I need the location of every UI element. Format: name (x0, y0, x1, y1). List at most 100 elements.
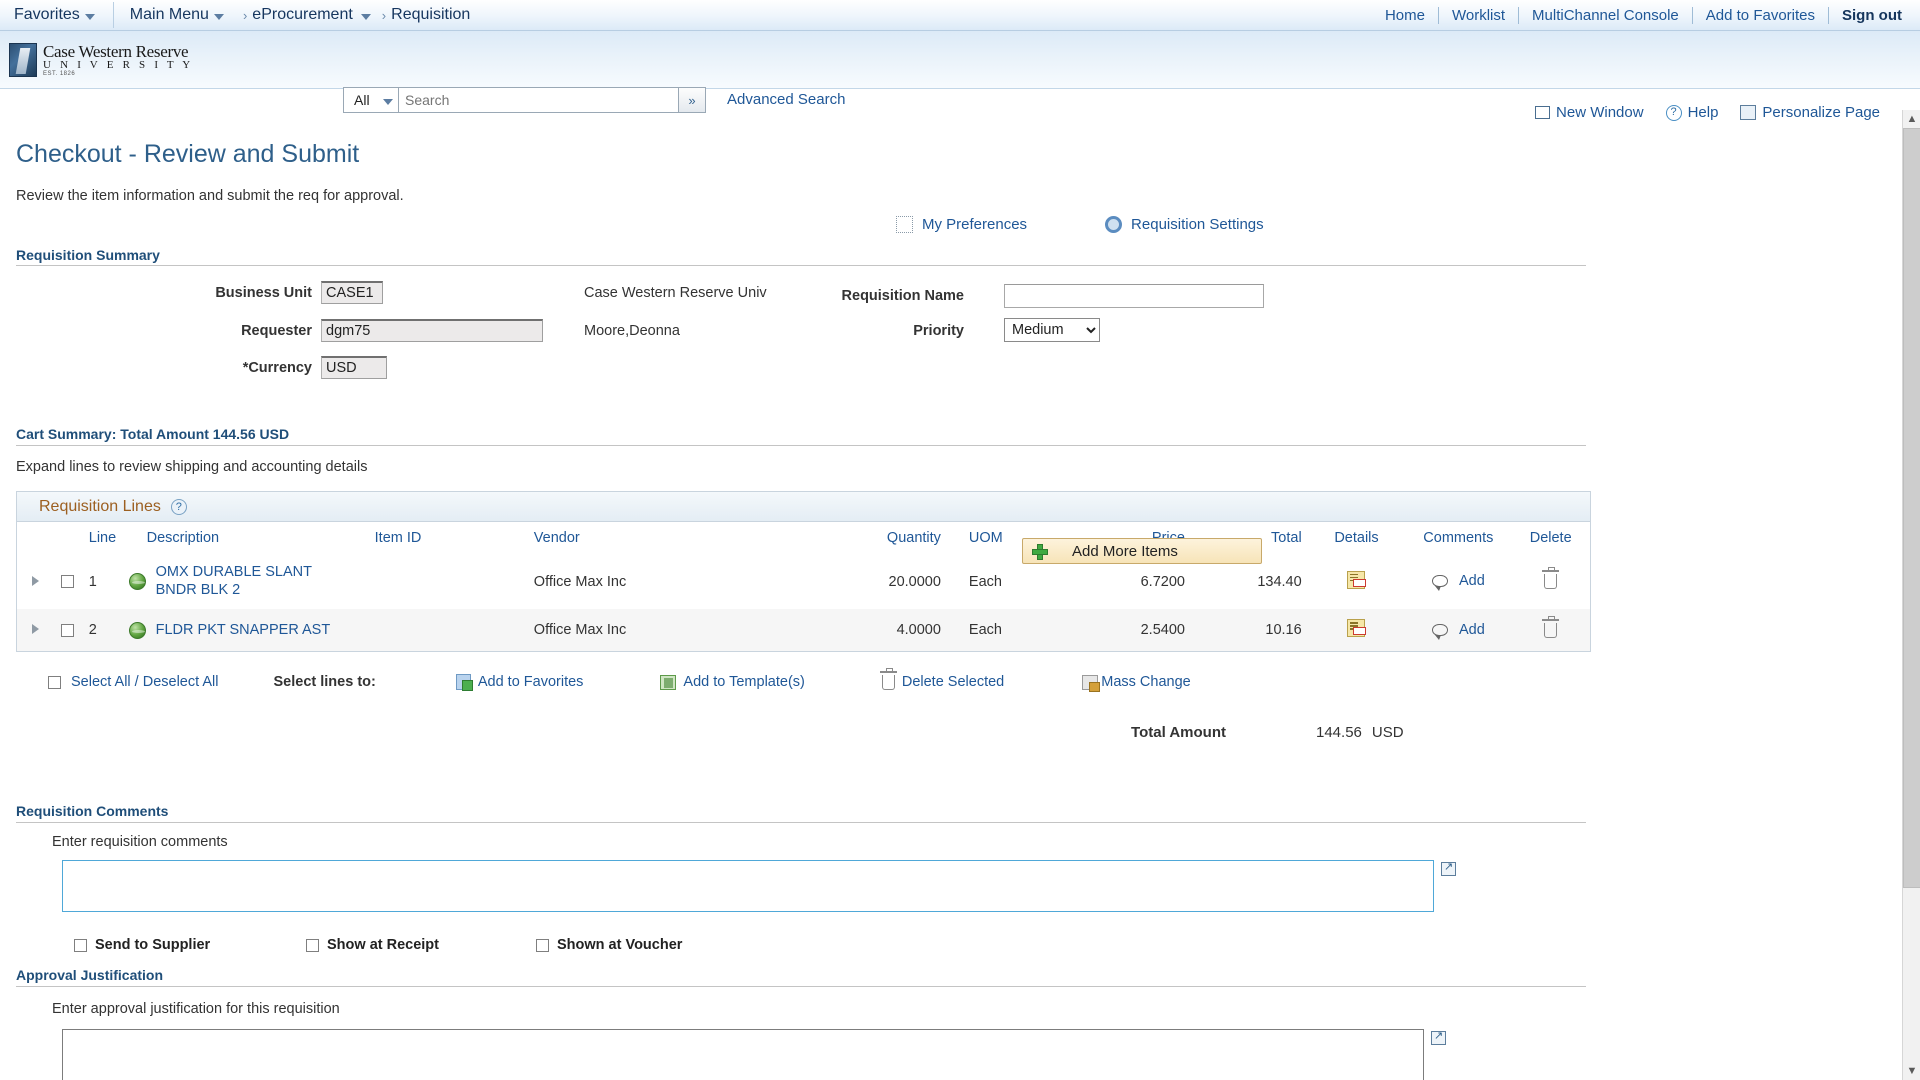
currency-field[interactable] (321, 356, 387, 379)
shown-at-voucher-checkbox[interactable] (536, 939, 549, 952)
question-mark-icon[interactable]: ? (171, 499, 187, 515)
shield-logo-icon (9, 43, 37, 77)
requisition-name-label: Requisition Name (806, 288, 964, 304)
page-title: Checkout - Review and Submit (16, 140, 1884, 169)
row-total: 10.16 (1191, 609, 1308, 651)
new-window-icon (1535, 106, 1550, 119)
wand-sparkle-icon (896, 216, 913, 233)
row-checkbox[interactable] (61, 624, 74, 637)
main-menu-label: Main Menu (130, 6, 209, 24)
approval-justification-wrap (62, 1029, 1424, 1080)
page-utility-links: New Window ? Help Personalize Page (1535, 104, 1880, 121)
total-amount-label: Total Amount (16, 724, 1226, 741)
col-item-id: Item ID (369, 522, 528, 554)
total-amount-value: 144.56 (1316, 724, 1362, 741)
plus-icon (1032, 544, 1046, 558)
requisition-comments-wrap (62, 860, 1434, 917)
approval-justification-textarea[interactable] (62, 1029, 1424, 1080)
delete-selected-action[interactable]: Delete Selected (882, 674, 1004, 690)
nav-add-to-favorites[interactable]: Add to Favorites (1693, 7, 1828, 24)
expand-row-icon[interactable] (32, 576, 39, 586)
nav-worklist[interactable]: Worklist (1439, 7, 1518, 24)
requisition-settings-link[interactable]: Requisition Settings (1105, 216, 1264, 233)
nav-multichannel-console[interactable]: MultiChannel Console (1519, 7, 1692, 24)
help-link[interactable]: ? Help (1666, 104, 1719, 121)
personalize-page-link[interactable]: Personalize Page (1740, 104, 1880, 121)
requester-field[interactable] (321, 319, 543, 342)
row-checkbox[interactable] (61, 575, 74, 588)
shown-at-voucher-option[interactable]: Shown at Voucher (536, 937, 682, 953)
row-quantity: 20.0000 (772, 554, 947, 609)
show-at-receipt-checkbox[interactable] (306, 939, 319, 952)
row-add-comment-link[interactable]: Add (1459, 573, 1485, 591)
cart-summary-title: Cart Summary: Total Amount 144.56 USD (16, 426, 295, 442)
shown-at-voucher-label: Shown at Voucher (557, 937, 682, 953)
grand-total-row: Total Amount 144.56 USD (16, 724, 1884, 741)
currency-label: *Currency (116, 360, 312, 376)
col-comments: Comments (1405, 522, 1511, 554)
expand-arrow-icon[interactable] (1431, 1031, 1446, 1045)
favorites-menu[interactable]: Favorites (10, 6, 109, 24)
row-line-number: 2 (83, 609, 125, 651)
new-window-link[interactable]: New Window (1535, 104, 1644, 121)
expand-row-icon[interactable] (32, 624, 39, 634)
row-delete-cell (1511, 554, 1590, 609)
search-scope-select[interactable]: All (343, 87, 399, 113)
scrollbar-thumb[interactable] (1903, 128, 1920, 888)
scroll-up-arrow-icon[interactable]: ▲ (1903, 110, 1920, 128)
chevron-down-icon (214, 14, 224, 20)
send-to-supplier-checkbox[interactable] (74, 939, 87, 952)
my-preferences-link[interactable]: My Preferences (896, 216, 1027, 233)
select-all-link[interactable]: Select All / Deselect All (71, 674, 219, 690)
business-unit-field[interactable] (321, 281, 383, 304)
total-amount-currency: USD (1372, 724, 1404, 741)
row-description-link[interactable]: OMX DURABLE SLANT BNDR BLK 2 (156, 564, 326, 599)
row-details-cell (1308, 609, 1406, 651)
row-quantity: 4.0000 (772, 609, 947, 651)
row-add-comment-link[interactable]: Add (1459, 622, 1485, 640)
select-lines-to-label: Select lines to: (274, 674, 376, 690)
priority-select[interactable]: Medium (1004, 318, 1100, 342)
table-row: 1 OMX DURABLE SLANT BNDR BLK 2 Office Ma… (17, 554, 1590, 609)
requisition-lines-title: Requisition Lines (39, 498, 161, 516)
line-details-icon[interactable] (1347, 571, 1365, 589)
trash-icon[interactable] (1544, 574, 1557, 589)
row-vendor: Office Max Inc (528, 554, 772, 609)
requisition-name-field[interactable] (1004, 284, 1264, 308)
search-input[interactable] (399, 87, 679, 113)
requisition-summary-header: Requisition Summary (16, 247, 1884, 266)
breadcrumb-requisition[interactable]: Requisition (391, 6, 470, 24)
requisition-comments-header: Requisition Comments (16, 803, 1884, 823)
mass-change-action[interactable]: Mass Change (1082, 674, 1190, 690)
page-scrollbar[interactable]: ▲ ▼ (1902, 110, 1920, 1080)
requester-description: Moore,Deonna (584, 323, 680, 339)
add-to-templates-action[interactable]: Add to Template(s) (660, 674, 804, 690)
col-select (53, 522, 83, 554)
add-to-favorites-action[interactable]: Add to Favorites (456, 674, 584, 690)
send-to-supplier-option[interactable]: Send to Supplier (74, 937, 306, 953)
requisition-comments-textarea[interactable] (62, 860, 1434, 912)
advanced-search-link[interactable]: Advanced Search (727, 91, 845, 108)
show-at-receipt-option[interactable]: Show at Receipt (306, 937, 536, 953)
trash-icon[interactable] (1544, 623, 1557, 638)
globe-icon (129, 622, 146, 639)
logo-line-2: U N I V E R S I T Y (43, 60, 193, 71)
col-expand (17, 522, 53, 554)
add-more-items-button[interactable]: Add More Items (1022, 538, 1262, 564)
row-description-link[interactable]: FLDR PKT SNAPPER AST (156, 622, 331, 640)
show-at-receipt-label: Show at Receipt (327, 937, 439, 953)
row-select-cell (53, 609, 83, 651)
col-vendor: Vendor (528, 522, 772, 554)
line-details-icon[interactable] (1347, 619, 1365, 637)
row-vendor: Office Max Inc (528, 609, 772, 651)
university-logo[interactable]: Case Western Reserve U N I V E R S I T Y… (9, 41, 209, 79)
nav-home[interactable]: Home (1372, 7, 1438, 24)
expand-arrow-icon[interactable] (1441, 862, 1456, 876)
search-submit-button[interactable]: » (679, 87, 706, 113)
breadcrumb-eprocurement[interactable]: eProcurement (252, 6, 353, 24)
main-menu[interactable]: Main Menu (126, 6, 238, 24)
scroll-down-arrow-icon[interactable]: ▼ (1903, 1062, 1920, 1080)
select-all-checkbox[interactable] (48, 676, 61, 689)
sign-out-link[interactable]: Sign out (1829, 7, 1906, 24)
globe-icon (129, 573, 146, 590)
